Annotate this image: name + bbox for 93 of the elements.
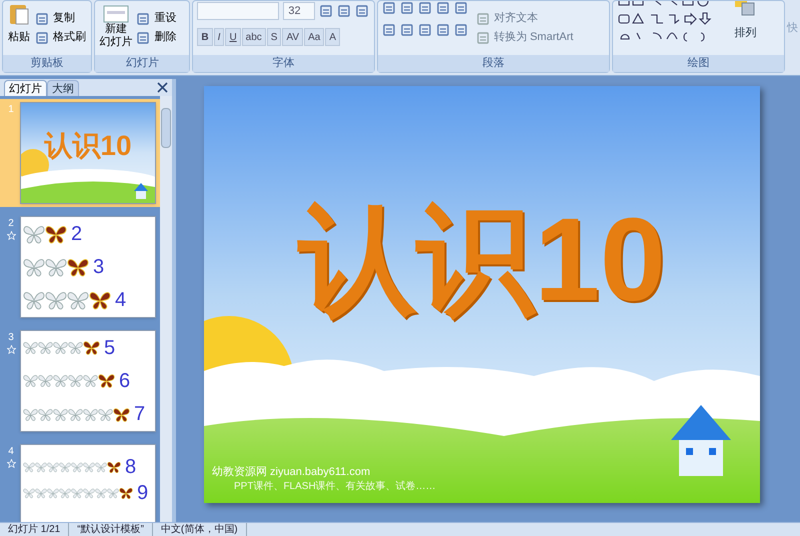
close-icon[interactable] (157, 82, 168, 93)
butterfly-icon (71, 461, 83, 473)
butterfly-icon (89, 289, 111, 312)
butterfly-icon (83, 487, 95, 499)
number-label: 3 (93, 256, 104, 277)
footer-text: 幼教资源网 ziyuan.baby611.com (212, 465, 372, 480)
butterfly-icon (83, 339, 100, 356)
number-label: 2 (71, 224, 82, 244)
slide-title: 认识10 (44, 129, 132, 163)
status-text: “默认设计模板” (69, 523, 153, 536)
slide-title: 认识10 (298, 201, 666, 319)
butterfly-icon (53, 406, 68, 422)
number-label: 8 (125, 457, 136, 477)
butterfly-icon (47, 487, 59, 499)
new-slide-icon (102, 5, 129, 23)
format-button[interactable]: S (266, 28, 282, 46)
butterfly-icon (23, 289, 45, 312)
butterfly-icon (83, 461, 95, 473)
slide-command[interactable]: 重设 (136, 10, 176, 27)
house-drawing (670, 404, 732, 476)
butterfly-icon (59, 461, 71, 473)
butterfly-icon (95, 461, 107, 473)
group-label: 段落 (378, 55, 610, 72)
slide-thumbnail-item[interactable]: 4 8 9 (0, 441, 160, 522)
butterfly-icon (107, 460, 121, 474)
butterfly-icon (23, 373, 38, 388)
group-label: 幻灯片 (95, 55, 190, 72)
butterfly-icon (59, 487, 71, 499)
group-label: 剪贴板 (3, 55, 92, 72)
new-slide-button[interactable]: 新建 幻灯片 (99, 1, 132, 49)
format-button[interactable]: abc (242, 28, 266, 46)
butterfly-icon (47, 461, 59, 473)
format-button[interactable]: U (225, 28, 241, 46)
number-label: 5 (104, 338, 116, 358)
number-label: 9 (137, 483, 148, 503)
arrange-icon (733, 1, 758, 17)
butterfly-icon (98, 372, 115, 390)
panel-tab[interactable]: 大纲 (47, 80, 79, 96)
paste-button[interactable]: 粘贴 (7, 1, 31, 46)
panel-tab[interactable]: 幻灯片 (4, 80, 47, 96)
status-text: 幻灯片 1/21 (0, 523, 70, 536)
butterfly-icon (35, 461, 47, 473)
butterfly-icon (45, 289, 67, 312)
butterfly-icon (98, 406, 113, 422)
paragraph-command[interactable]: 转换为 SmartArt (476, 29, 574, 46)
slide-command[interactable]: 删除 (136, 29, 176, 46)
number-label: 4 (115, 290, 126, 310)
butterfly-icon (113, 406, 130, 423)
clipboard-icon (7, 5, 31, 25)
format-button[interactable]: A (325, 28, 340, 46)
butterfly-icon (53, 340, 68, 356)
butterfly-icon (83, 373, 98, 388)
butterfly-icon (107, 487, 119, 499)
butterfly-icon (68, 373, 83, 388)
number-label: 7 (134, 404, 146, 424)
status-text: 中文(简体，中国) (152, 523, 247, 536)
butterfly-icon (23, 340, 38, 356)
footer-note: PPT课件、FLASH课件、有关故事、试卷…… (234, 480, 436, 492)
format-button[interactable]: Aa (304, 28, 324, 46)
butterfly-icon (38, 340, 53, 356)
slide-thumbnail-item[interactable]: 2 2 3 4 (0, 213, 160, 321)
butterfly-icon (23, 406, 38, 422)
group-label: 绘图 (613, 55, 784, 72)
slide-number: 2 (8, 217, 14, 231)
slide-number: 3 (8, 331, 14, 345)
paragraph-command[interactable]: 对齐文本 (476, 10, 574, 27)
butterfly-icon (68, 406, 83, 422)
butterfly-icon (53, 373, 68, 388)
butterfly-icon (71, 487, 83, 499)
butterfly-icon (38, 373, 53, 388)
clipboard-command[interactable]: 格式刷 (35, 29, 86, 46)
font-size-field[interactable]: 32 (283, 2, 316, 20)
butterfly-icon (119, 486, 133, 500)
font-name-field[interactable] (197, 2, 280, 20)
group-label: 字体 (193, 55, 374, 72)
format-button[interactable]: AV (282, 28, 304, 46)
format-button[interactable]: B (197, 28, 213, 46)
butterfly-icon (67, 289, 89, 312)
slide-number: 1 (8, 103, 14, 117)
number-label: 6 (119, 370, 130, 391)
butterfly-icon (38, 406, 53, 422)
butterfly-icon (23, 487, 35, 499)
butterfly-icon (68, 340, 83, 356)
butterfly-icon (35, 487, 47, 499)
format-button[interactable]: I (214, 28, 224, 46)
butterfly-icon (95, 487, 107, 499)
slide-number: 4 (8, 445, 14, 459)
arrange-button[interactable]: 排列 (733, 1, 758, 45)
slide-thumbnail-item[interactable]: 3 5 6 7 (0, 327, 160, 435)
butterfly-icon (23, 461, 35, 473)
scrollbar[interactable] (160, 96, 172, 522)
butterfly-icon (83, 406, 98, 422)
clipboard-command[interactable]: 复制 (35, 10, 86, 27)
